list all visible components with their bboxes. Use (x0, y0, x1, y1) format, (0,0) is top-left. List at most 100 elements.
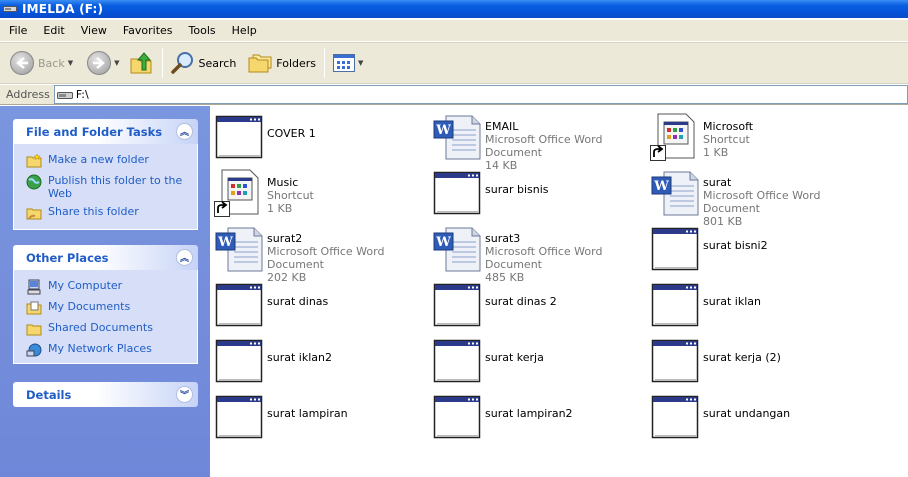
place-my-documents[interactable]: My Documents (26, 300, 189, 316)
file-item[interactable]: Wsurat2 Microsoft Office Word Document 202… (214, 224, 432, 284)
svg-text:W: W (435, 123, 451, 138)
file-item[interactable]: Microsoft Shortcut 1 KB (650, 112, 868, 164)
address-value: F:\ (75, 88, 89, 101)
views-dropdown-icon[interactable]: ▼ (358, 59, 363, 67)
network-places-icon (26, 343, 42, 357)
title-bar[interactable]: IMELDA (F:) (0, 0, 908, 18)
blank-window-icon (432, 392, 482, 442)
file-meta: surat dinas 2 (485, 280, 557, 308)
other-places-panel: Other Places ︽ My Computer My Documents (13, 245, 198, 364)
file-item[interactable]: surar bisnis (432, 168, 650, 220)
new-folder-icon (26, 153, 42, 168)
task-label: Publish this folder to the Web (48, 174, 183, 200)
file-name: surat kerja (485, 351, 544, 364)
file-item[interactable]: surat kerja (2) (650, 336, 868, 388)
file-meta: Music Shortcut 1 KB (267, 168, 314, 215)
file-item[interactable]: surat dinas 2 (432, 280, 650, 332)
back-label: Back (38, 56, 65, 70)
file-meta: COVER 1 (267, 112, 316, 140)
file-item[interactable]: COVER 1 (214, 112, 432, 164)
shortcut-icon (214, 168, 264, 218)
file-folder-tasks-header[interactable]: File and Folder Tasks ︽ (13, 119, 198, 144)
file-item[interactable]: W EMAIL Microsoft Office Word Document 14 K… (432, 112, 650, 172)
file-item[interactable]: Wsurat3 Microsoft Office Word Document 485… (432, 224, 650, 284)
collapse-chevron-icon[interactable]: ︽ (176, 123, 193, 140)
file-meta: EMAIL Microsoft Office Word Document 14 KB (485, 112, 650, 172)
file-name: surat iklan2 (267, 351, 332, 364)
up-folder-button[interactable] (124, 45, 158, 81)
file-folder-tasks-panel: File and Folder Tasks ︽ Make a new folde… (13, 119, 198, 230)
my-documents-icon (26, 301, 42, 315)
file-name: surat (703, 176, 732, 189)
file-item[interactable]: Music Shortcut 1 KB (214, 168, 432, 220)
back-button[interactable]: Back ▼ (6, 45, 77, 81)
svg-text:W: W (653, 179, 669, 194)
views-icon (333, 54, 356, 72)
forward-dropdown-icon[interactable]: ▼ (114, 59, 119, 67)
file-type: Shortcut (703, 133, 750, 146)
task-publish-web[interactable]: Publish this folder to the Web (26, 174, 189, 200)
task-label: Share this folder (48, 205, 139, 218)
file-item[interactable]: surat dinas (214, 280, 432, 332)
file-name: Music (267, 176, 299, 189)
word-doc-icon: W (432, 112, 482, 162)
file-type: Microsoft Office Word Document (267, 245, 385, 271)
details-header[interactable]: Details ︾ (13, 382, 198, 407)
collapse-chevron-icon[interactable]: ︽ (176, 249, 193, 266)
shared-documents-icon (26, 324, 42, 336)
forward-button[interactable]: ▼ (83, 45, 123, 81)
menu-view[interactable]: View (72, 24, 114, 37)
menu-tools[interactable]: Tools (180, 24, 223, 37)
views-button[interactable]: ▼ (329, 45, 367, 81)
file-meta: surat iklan (703, 280, 761, 308)
file-item[interactable]: Wsurat Microsoft Office Word Document 801 … (650, 168, 868, 228)
search-icon (170, 52, 193, 74)
file-item[interactable]: surat bisni2 (650, 224, 868, 276)
other-places-header[interactable]: Other Places ︽ (13, 245, 198, 270)
search-button[interactable]: Search (167, 45, 241, 81)
file-type: Microsoft Office Word Document (703, 189, 821, 215)
address-input[interactable]: F:\ (53, 85, 908, 104)
menu-edit[interactable]: Edit (34, 24, 71, 37)
window-title: IMELDA (F:) (22, 2, 104, 16)
file-item[interactable]: surat undangan (650, 392, 868, 444)
file-meta: surat lampiran (267, 392, 348, 420)
menu-help[interactable]: Help (223, 24, 264, 37)
file-item[interactable]: surat lampiran2 (432, 392, 650, 444)
folders-button[interactable]: Folders (244, 45, 320, 81)
blank-window-icon (432, 168, 482, 218)
file-name: surat undangan (703, 407, 791, 420)
search-label: Search (198, 56, 237, 70)
file-meta: surar bisnis (485, 168, 549, 196)
file-item[interactable]: surat iklan2 (214, 336, 432, 388)
file-name: surat3 (485, 232, 521, 245)
back-dropdown-icon[interactable]: ▼ (68, 59, 73, 67)
place-my-network-places[interactable]: My Network Places (26, 342, 189, 358)
place-my-computer[interactable]: My Computer (26, 279, 189, 295)
blank-window-icon (432, 280, 482, 330)
folders-icon (248, 54, 272, 73)
blank-window-icon (214, 392, 264, 442)
drive-icon (3, 6, 17, 12)
expand-chevron-icon[interactable]: ︾ (176, 386, 193, 403)
file-item[interactable]: surat kerja (432, 336, 650, 388)
menu-favorites[interactable]: Favorites (114, 24, 180, 37)
file-name: surat2 (267, 232, 303, 245)
file-size: 1 KB (267, 202, 293, 215)
svg-text:W: W (217, 235, 233, 250)
toolbar-separator (324, 48, 326, 78)
file-item[interactable]: surat lampiran (214, 392, 432, 444)
task-label: Make a new folder (48, 153, 149, 166)
blank-window-icon (214, 112, 264, 162)
file-name: surat bisni2 (703, 239, 768, 252)
file-meta: surat Microsoft Office Word Document 801 K… (703, 168, 868, 228)
panel-body: My Computer My Documents Shared Document… (13, 270, 198, 364)
file-name: surat dinas (267, 295, 329, 308)
task-make-new-folder[interactable]: Make a new folder (26, 153, 189, 169)
file-item[interactable]: surat iklan (650, 280, 868, 332)
place-shared-documents[interactable]: Shared Documents (26, 321, 189, 337)
menu-file[interactable]: File (0, 24, 34, 37)
details-panel: Details ︾ (13, 382, 198, 407)
forward-arrow-icon (87, 51, 112, 75)
task-share-folder[interactable]: Share this folder (26, 205, 189, 221)
